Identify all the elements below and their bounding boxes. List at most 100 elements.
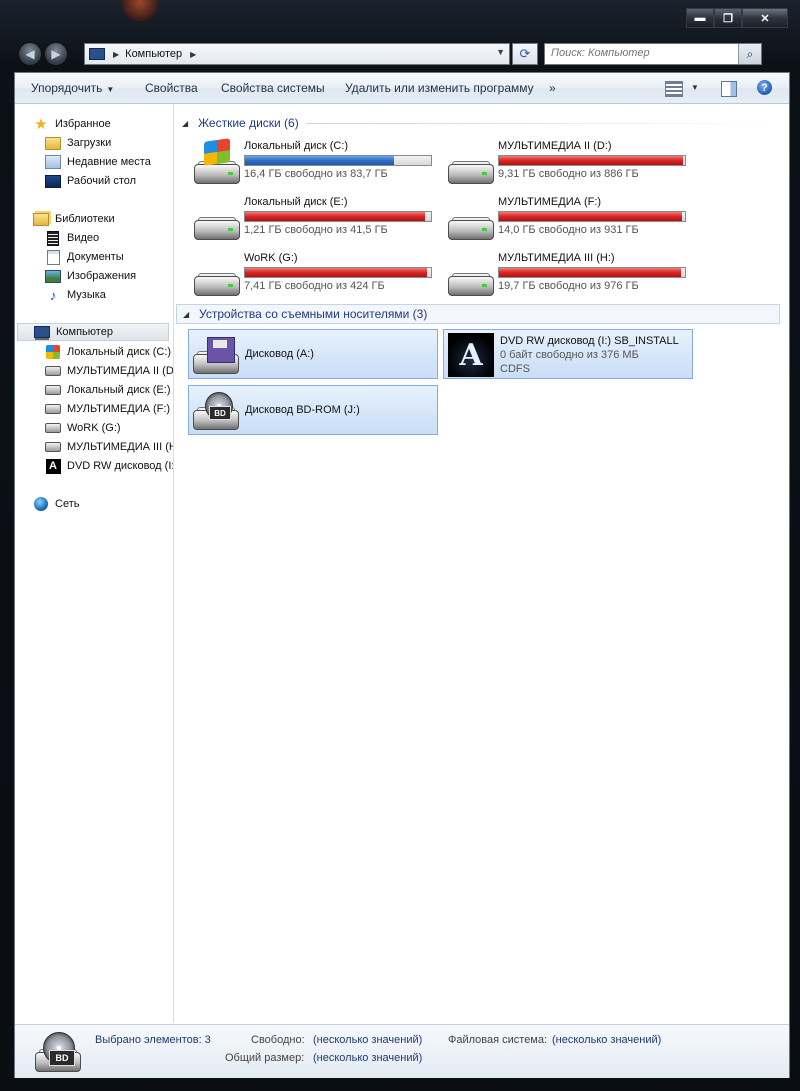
nav-label: Локальный диск (E:) (67, 384, 171, 396)
dvd-drive-icon: A (45, 458, 61, 474)
uninstall-program-button[interactable]: Удалить или изменить программу (345, 81, 534, 95)
nav-drive-g[interactable]: WoRK (G:) (45, 419, 121, 437)
hard-drive-tile[interactable]: МУЛЬТИМЕДИА II (D:) 9,31 ГБ свободно из 8… (442, 138, 690, 188)
nav-drive-e[interactable]: Локальный диск (E:) (45, 381, 171, 399)
address-bar[interactable]: ▶ Компьютер ▶ ▼ (84, 43, 510, 65)
minimize-button[interactable]: ▬ (686, 8, 714, 28)
more-commands-button[interactable]: » (549, 81, 556, 95)
help-icon[interactable]: ? (757, 80, 772, 95)
pictures-icon (45, 268, 61, 284)
selected-count: Выбрано элементов: 3 (95, 1034, 211, 1046)
drive-usage-bar (498, 211, 686, 222)
hard-drive-icon (45, 401, 61, 417)
group-removable[interactable]: ◢ Устройства со съемными носителями (3) (176, 304, 780, 324)
recent-places-icon (45, 154, 61, 170)
nav-favorites[interactable]: ★ Избранное (33, 115, 111, 133)
drive-usage-fill (245, 156, 394, 165)
removable-dvd-i[interactable]: A DVD RW дисковод (I:) SB_INSTALL 0 байт… (443, 329, 693, 379)
nav-downloads[interactable]: Загрузки (45, 134, 111, 152)
hard-drive-icon (45, 363, 61, 379)
breadcrumb-computer[interactable]: Компьютер (125, 48, 182, 60)
drive-name: DVD RW дисковод (I:) SB_INSTALL (500, 335, 679, 347)
drive-name: МУЛЬТИМЕДИА III (H:) (498, 252, 615, 264)
total-size-label: Общий размер: (225, 1052, 305, 1064)
nav-drive-i[interactable]: A DVD RW дисковод (I:) (45, 457, 173, 475)
drive-filesystem: CDFS (500, 363, 530, 375)
filesystem-value: (несколько значений) (552, 1034, 662, 1046)
dropdown-arrow-icon: ▼ (106, 85, 115, 94)
collapse-triangle-icon[interactable]: ◢ (182, 119, 190, 128)
nav-label: Избранное (55, 118, 111, 130)
collapse-triangle-icon[interactable]: ◢ (183, 310, 191, 319)
forward-arrow-icon: ▶ (51, 47, 61, 61)
nav-label: МУЛЬТИМЕДИА (F:) (67, 403, 171, 415)
search-input[interactable] (545, 44, 753, 62)
system-properties-button[interactable]: Свойства системы (221, 81, 325, 95)
search-button[interactable]: ⌕ (738, 44, 761, 64)
drive-usage-fill (245, 268, 428, 277)
properties-button[interactable]: Свойства (145, 81, 198, 95)
hard-drive-tile[interactable]: МУЛЬТИМЕДИА (F:) 14,0 ГБ свободно из 931 … (442, 194, 690, 244)
breadcrumb-separator-icon[interactable]: ▶ (113, 50, 119, 59)
nav-documents[interactable]: Документы (45, 248, 124, 266)
windows-drive-icon (45, 344, 61, 360)
nav-label: Локальный диск (C:) (67, 346, 172, 358)
back-button[interactable]: ◀ (18, 42, 42, 66)
forward-button[interactable]: ▶ (44, 42, 68, 66)
nav-video[interactable]: Видео (45, 229, 99, 247)
nav-network[interactable]: Сеть (33, 495, 79, 513)
close-button[interactable]: ✕ (742, 8, 788, 28)
preview-pane-icon[interactable] (721, 81, 737, 97)
nav-recent-places[interactable]: Недавние места (45, 153, 151, 171)
breadcrumb-separator-icon[interactable]: ▶ (190, 50, 196, 59)
navigation-row: ◀ ▶ ▶ Компьютер ▶ ▼ ⟳ ⌕ (16, 42, 788, 66)
nav-drive-c[interactable]: Локальный диск (C:) (45, 343, 171, 361)
nav-drive-h[interactable]: МУЛЬТИМЕДИА III (H:) (45, 438, 173, 456)
hard-drive-icon (446, 144, 494, 186)
refresh-button[interactable]: ⟳ (512, 43, 538, 65)
bd-rom-drive-icon: BD (33, 1030, 81, 1074)
hard-drive-tile[interactable]: WoRK (G:) 7,41 ГБ свободно из 424 ГБ (188, 250, 436, 300)
drive-name: Дисковод (A:) (245, 348, 314, 360)
maximize-button[interactable]: ❐ (714, 8, 742, 28)
nav-computer[interactable]: Компьютер (17, 323, 169, 341)
removable-floppy-a[interactable]: Дисковод (A:) (188, 329, 438, 379)
total-size-value: (несколько значений) (313, 1052, 423, 1064)
group-title: Устройства со съемными носителями (3) (199, 307, 428, 321)
music-note-icon: ♪ (49, 287, 57, 303)
removable-bd-j[interactable]: BD Дисковод BD-ROM (J:) (188, 385, 438, 435)
nav-label: Недавние места (67, 156, 151, 168)
nav-label: Музыка (67, 289, 106, 301)
free-label: Свободно: (251, 1034, 305, 1046)
hard-drive-tile[interactable]: Локальный диск (E:) 1,21 ГБ свободно из 4… (188, 194, 436, 244)
drive-usage-fill (499, 212, 683, 221)
computer-icon (34, 324, 50, 340)
nav-label: Компьютер (56, 326, 113, 338)
hard-drive-tile[interactable]: Локальный диск (C:) 16,4 ГБ свободно из 8… (188, 138, 436, 188)
nav-label: Изображения (67, 270, 137, 282)
view-dropdown-icon[interactable]: ▼ (691, 83, 699, 92)
command-bar: Упорядочить ▼ Свойства Свойства системы У… (15, 73, 789, 104)
change-view-icon[interactable] (665, 81, 683, 97)
nav-drive-d[interactable]: МУЛЬТИМЕДИА II (D:) (45, 362, 173, 380)
nav-label: WoRK (G:) (67, 422, 121, 434)
nav-pictures[interactable]: Изображения (45, 267, 136, 285)
nav-drive-f[interactable]: МУЛЬТИМЕДИА (F:) (45, 400, 170, 418)
windows-drive-icon (192, 138, 240, 186)
drive-free-space: 16,4 ГБ свободно из 83,7 ГБ (244, 168, 388, 180)
document-icon (45, 249, 61, 265)
organize-button[interactable]: Упорядочить ▼ (31, 81, 114, 95)
nav-libraries[interactable]: Библиотеки (33, 210, 115, 228)
hard-drive-tile[interactable]: МУЛЬТИМЕДИА III (H:) 19,7 ГБ свободно из … (442, 250, 690, 300)
group-hard-drives[interactable]: ◢ Жесткие диски (6) (182, 113, 782, 133)
content-pane: ◢ Жесткие диски (6) Локальный диск (C:) 1… (174, 104, 789, 1023)
desktop-decoration (122, 0, 158, 22)
nav-music[interactable]: ♪ Музыка (45, 286, 106, 304)
hard-drive-icon (45, 420, 61, 436)
address-dropdown-icon[interactable]: ▼ (496, 47, 505, 57)
search-box[interactable]: ⌕ (544, 43, 762, 65)
nav-label: Библиотеки (55, 213, 115, 225)
hard-drive-icon (45, 439, 61, 455)
hard-drive-icon (192, 256, 240, 298)
nav-desktop[interactable]: Рабочий стол (45, 172, 136, 190)
